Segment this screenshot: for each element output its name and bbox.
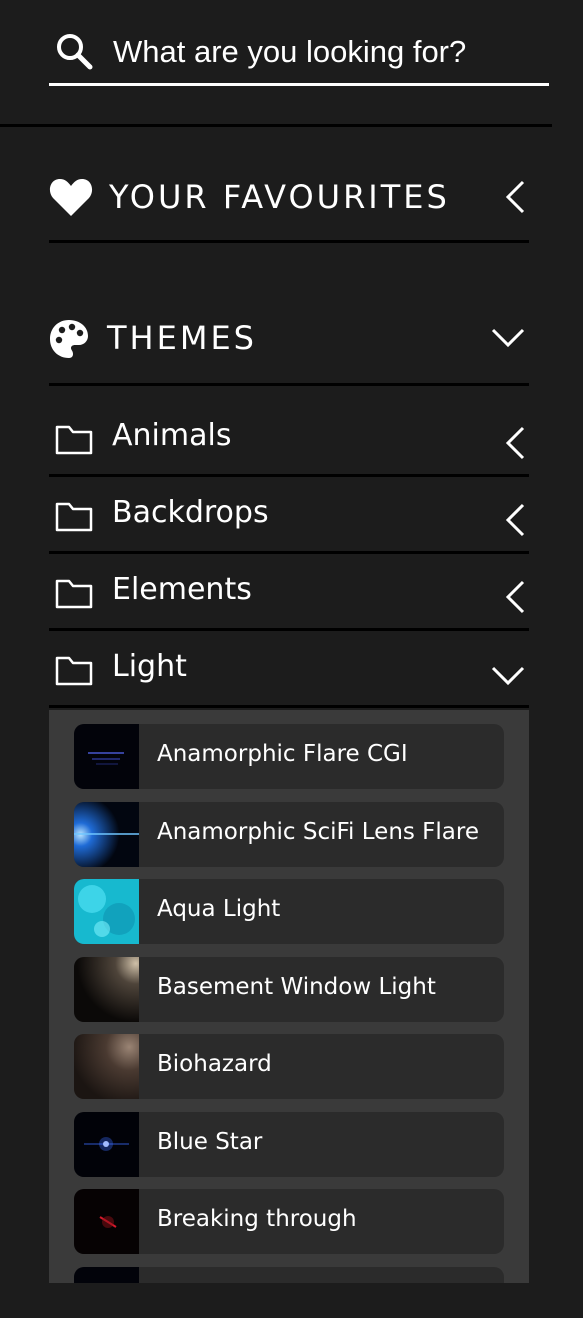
theme-item-label: Biohazard bbox=[157, 1051, 272, 1077]
folder-icon bbox=[55, 656, 93, 686]
folder-label: Elements bbox=[112, 572, 252, 607]
folder-icon bbox=[55, 502, 93, 532]
theme-item[interactable] bbox=[74, 1267, 504, 1283]
theme-thumbnail bbox=[74, 1112, 139, 1177]
theme-item-label: Anamorphic Flare CGI bbox=[157, 741, 408, 767]
chevron-down-icon[interactable] bbox=[491, 328, 525, 348]
theme-thumbnail bbox=[74, 1189, 139, 1254]
theme-item-label: Blue Star bbox=[157, 1129, 263, 1155]
chevron-left-icon[interactable] bbox=[505, 580, 525, 614]
favourites-title: YOUR FAVOURITES bbox=[109, 178, 450, 216]
theme-thumbnail bbox=[74, 1034, 139, 1099]
theme-item-label: Breaking through bbox=[157, 1206, 357, 1232]
folder-light[interactable]: Light bbox=[49, 631, 529, 708]
divider bbox=[0, 124, 552, 127]
chevron-down-icon[interactable] bbox=[491, 666, 525, 686]
favourites-section-header[interactable]: YOUR FAVOURITES bbox=[49, 160, 529, 243]
theme-thumbnail bbox=[74, 724, 139, 789]
folder-label: Light bbox=[112, 649, 187, 684]
folder-icon bbox=[55, 425, 93, 455]
chevron-left-icon[interactable] bbox=[505, 426, 525, 460]
theme-item[interactable]: Biohazard bbox=[74, 1034, 504, 1099]
search-bar[interactable] bbox=[49, 26, 549, 86]
chevron-left-icon[interactable] bbox=[505, 503, 525, 537]
search-input[interactable] bbox=[111, 28, 545, 76]
theme-thumbnail bbox=[74, 957, 139, 1022]
folder-label: Backdrops bbox=[112, 495, 269, 530]
theme-item-label: Aqua Light bbox=[157, 896, 281, 922]
palette-icon bbox=[50, 320, 88, 358]
folder-label: Animals bbox=[112, 418, 232, 453]
theme-item[interactable]: Aqua Light bbox=[74, 879, 504, 944]
themes-title: THEMES bbox=[107, 319, 257, 357]
themes-section-header[interactable]: THEMES bbox=[49, 300, 529, 386]
folder-backdrops[interactable]: Backdrops bbox=[49, 477, 529, 554]
theme-thumbnail bbox=[74, 879, 139, 944]
folder-elements[interactable]: Elements bbox=[49, 554, 529, 631]
light-items-panel[interactable]: Anamorphic Flare CGI Anamorphic SciFi Le… bbox=[49, 710, 529, 1283]
theme-item[interactable]: Breaking through bbox=[74, 1189, 504, 1254]
theme-item[interactable]: Basement Window Light bbox=[74, 957, 504, 1022]
theme-thumbnail bbox=[74, 1267, 139, 1283]
theme-item[interactable]: Anamorphic SciFi Lens Flare bbox=[74, 802, 504, 867]
theme-item-label: Anamorphic SciFi Lens Flare bbox=[157, 819, 479, 845]
heart-icon bbox=[49, 179, 93, 216]
folder-icon bbox=[55, 579, 93, 609]
theme-item[interactable]: Blue Star bbox=[74, 1112, 504, 1177]
search-icon[interactable] bbox=[55, 32, 93, 70]
theme-thumbnail bbox=[74, 802, 139, 867]
chevron-left-icon[interactable] bbox=[505, 180, 525, 214]
folder-animals[interactable]: Animals bbox=[49, 400, 529, 477]
theme-item-label: Basement Window Light bbox=[157, 974, 436, 1000]
theme-item[interactable]: Anamorphic Flare CGI bbox=[74, 724, 504, 789]
